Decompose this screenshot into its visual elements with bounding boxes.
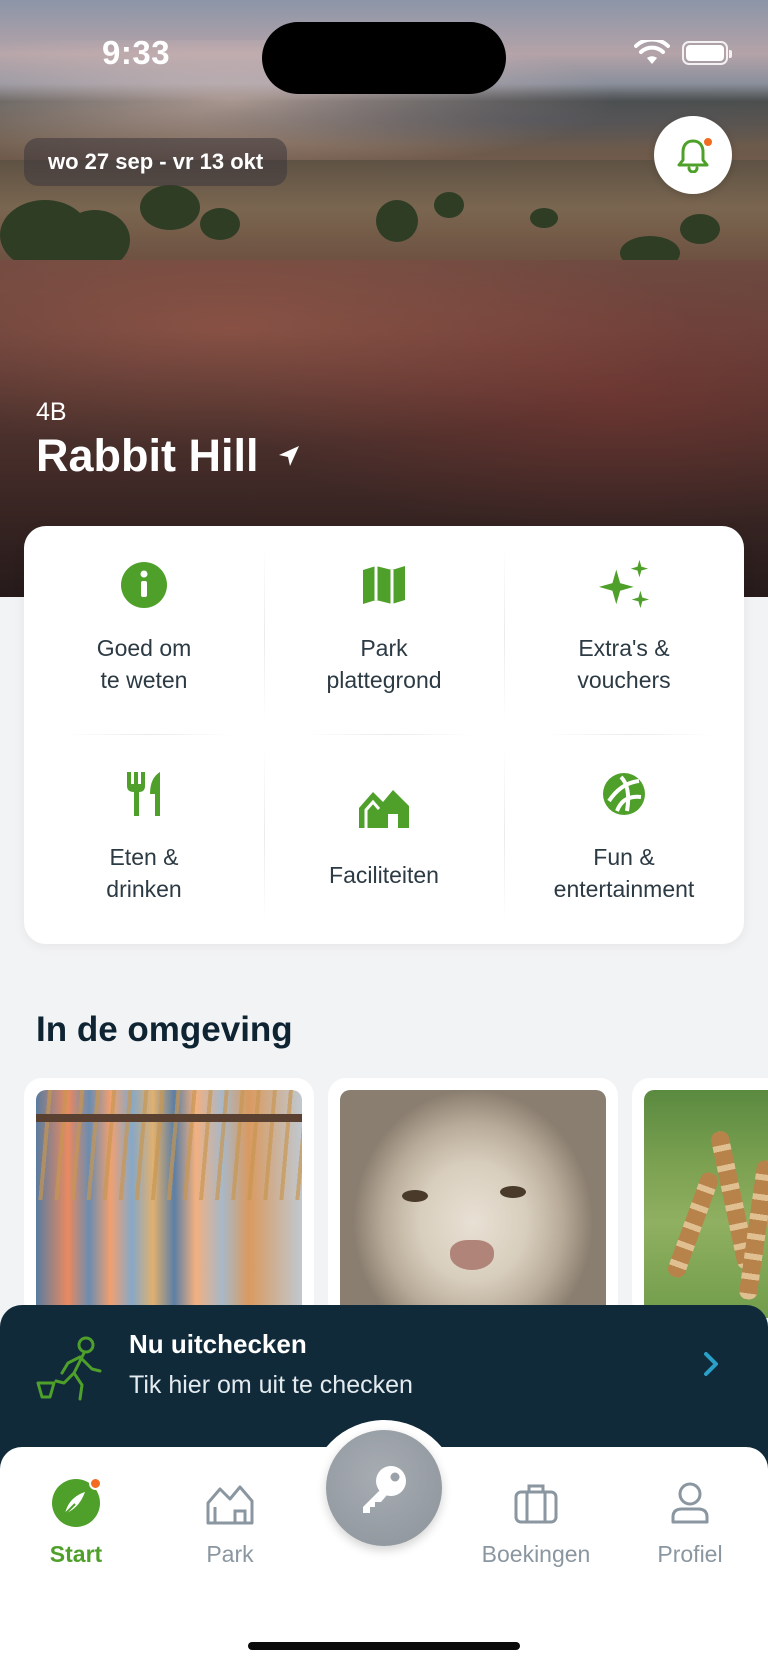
menu-fun-entertainment[interactable]: Fun & entertainment: [504, 735, 744, 944]
menu-label: Park plattegrond: [326, 635, 442, 693]
tree: [376, 200, 418, 242]
status-time: 9:33: [102, 34, 171, 71]
hero-image: 9:33 wo 27 sep - vr 13 okt 4B Rabbit Hil…: [0, 0, 768, 597]
person-icon: [664, 1477, 716, 1529]
notification-dot: [702, 136, 714, 148]
surroundings-card[interactable]: [328, 1078, 618, 1318]
surroundings-card[interactable]: [24, 1078, 314, 1318]
tree: [140, 185, 200, 230]
wifi-icon: [634, 40, 670, 64]
battery-icon: [682, 41, 732, 65]
tree: [530, 208, 558, 228]
checkout-title: Nu uitchecken: [129, 1329, 307, 1359]
checkout-person-icon: [36, 1336, 102, 1401]
menu-extras-vouchers[interactable]: Extra's & vouchers: [504, 526, 744, 735]
tab-label: Profiel: [657, 1541, 723, 1567]
white-lion-photo: [340, 1090, 606, 1318]
dynamic-island: [262, 22, 506, 94]
menu-food-drinks[interactable]: Eten & drinken: [24, 735, 264, 944]
sparkles-icon: [597, 558, 651, 612]
park-title[interactable]: Rabbit Hill: [36, 430, 301, 482]
house-icon: [204, 1477, 256, 1529]
status-icons: [634, 40, 732, 66]
tree: [200, 208, 240, 240]
tree: [680, 214, 720, 244]
tab-park[interactable]: Park: [160, 1477, 300, 1577]
key-icon: [363, 1466, 406, 1513]
menu-label: Extra's & vouchers: [577, 635, 671, 693]
menu-label: Fun & entertainment: [553, 844, 695, 902]
location-arrow-icon: [278, 446, 299, 466]
start-icon: [50, 1477, 102, 1529]
menu-label: Faciliteiten: [329, 862, 439, 888]
tab-label: Park: [206, 1541, 254, 1567]
clothing-rack-photo: [36, 1090, 302, 1318]
checkout-subtitle: Tik hier om uit te checken: [129, 1371, 413, 1399]
menu-label: Eten & drinken: [106, 844, 182, 902]
stay-date-range[interactable]: wo 27 sep - vr 13 okt: [24, 138, 288, 186]
quick-menu-card: Goed om te weten Park plattegrond Extra'…: [24, 526, 744, 944]
tab-bookings[interactable]: Boekingen: [466, 1477, 606, 1577]
section-title-surroundings: In de omgeving: [36, 1010, 293, 1049]
map-icon: [357, 558, 411, 612]
unit-number: 4B: [36, 398, 67, 426]
briefcase-icon: [510, 1477, 562, 1529]
tab-profile[interactable]: Profiel: [620, 1477, 760, 1577]
surroundings-card[interactable]: [632, 1078, 768, 1318]
key-button[interactable]: [326, 1430, 442, 1546]
menu-good-to-know[interactable]: Goed om te weten: [24, 526, 264, 735]
menu-label: Goed om te weten: [96, 635, 192, 693]
giraffes-photo: [644, 1090, 768, 1318]
chevron-right-icon: [704, 1352, 718, 1376]
menu-park-map[interactable]: Park plattegrond: [264, 526, 504, 735]
tree: [434, 192, 464, 218]
start-badge: [89, 1477, 102, 1490]
home-indicator: [248, 1642, 520, 1650]
tab-start[interactable]: Start: [6, 1477, 146, 1577]
houses-icon: [357, 781, 411, 835]
menu-facilities[interactable]: Faciliteiten: [264, 735, 504, 944]
tab-label: Start: [49, 1541, 103, 1567]
notifications-button[interactable]: [654, 116, 732, 194]
cutlery-icon: [117, 767, 171, 821]
ball-icon: [597, 767, 651, 821]
tab-label: Boekingen: [481, 1541, 591, 1567]
info-icon: [117, 558, 171, 612]
park-name: Rabbit Hill: [36, 430, 259, 481]
